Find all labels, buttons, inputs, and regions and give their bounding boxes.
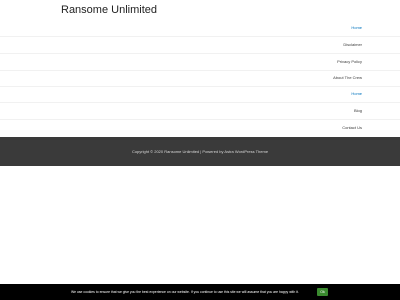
nav-item-contact-us[interactable]: Contact Us: [342, 121, 362, 135]
nav-divider: [0, 53, 400, 54]
cookie-ok-button[interactable]: Ok: [317, 288, 328, 296]
nav-item-home[interactable]: Home: [351, 21, 362, 35]
cookie-notice-bar: We use cookies to ensure that we give yo…: [0, 284, 400, 300]
nav-item-privacy-policy[interactable]: Privacy Policy: [337, 55, 362, 69]
nav-divider: [0, 102, 400, 103]
site-footer: Copyright © 2020 Ransome Unlimited | Pow…: [0, 137, 400, 166]
nav-item-blog[interactable]: Blog: [354, 104, 362, 118]
nav-item-disclaimer[interactable]: Disclaimer: [343, 38, 362, 52]
nav-divider: [0, 86, 400, 87]
cookie-notice-text: We use cookies to ensure that we give yo…: [71, 290, 299, 294]
nav-item-home-secondary[interactable]: Home: [351, 87, 362, 101]
nav-divider: [0, 119, 400, 120]
site-title[interactable]: Ransome Unlimited: [61, 3, 157, 17]
footer-copyright: Copyright © 2020 Ransome Unlimited | Pow…: [131, 149, 269, 154]
nav-item-about-the-crew[interactable]: About The Crew: [333, 71, 362, 85]
nav-divider: [0, 36, 400, 37]
